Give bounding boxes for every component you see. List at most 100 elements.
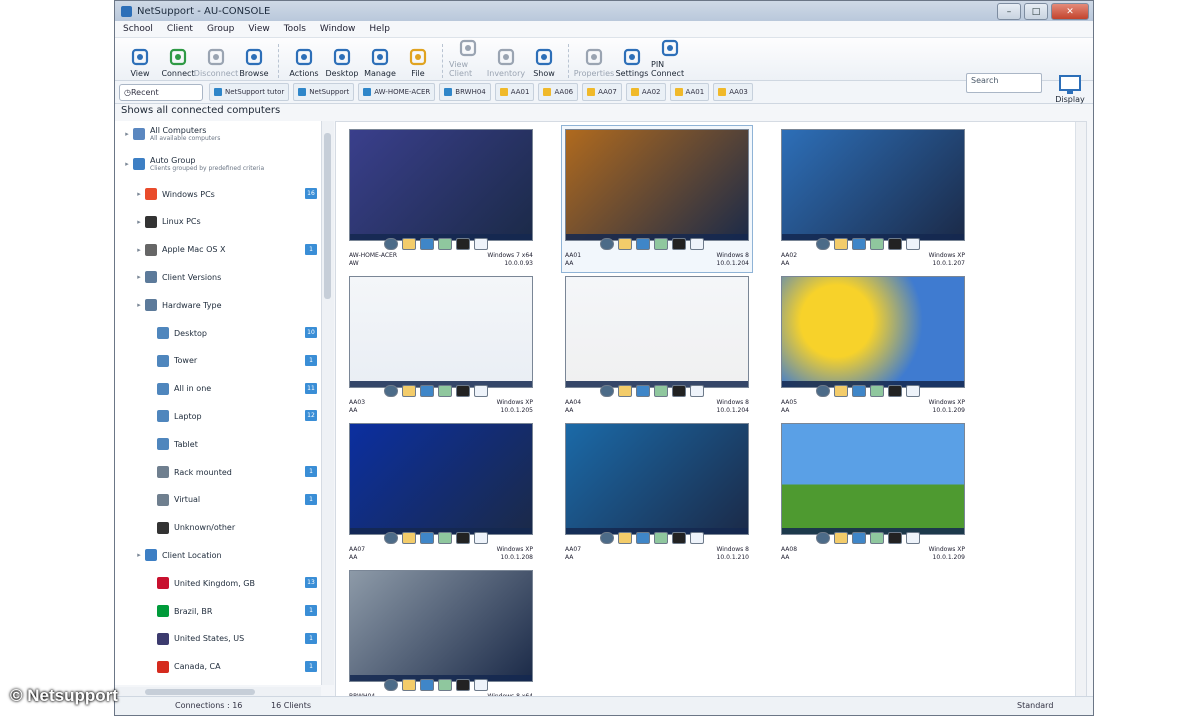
tree-item-linux-pcs[interactable]: ▸ Linux PCs: [135, 213, 201, 231]
screen-icon[interactable]: [456, 238, 470, 250]
view-icon[interactable]: [384, 532, 398, 544]
chat-icon[interactable]: [402, 679, 416, 691]
tree-item-canada-ca[interactable]: Canada, CA: [147, 658, 221, 676]
screen-icon[interactable]: [888, 238, 902, 250]
screen-icon[interactable]: [456, 385, 470, 397]
tree-item-united-kingdom-gb[interactable]: United Kingdom, GB: [147, 574, 255, 592]
toolbar-file-button[interactable]: File: [399, 47, 437, 78]
client-screen[interactable]: [565, 276, 749, 388]
tree-item-desktop[interactable]: Desktop: [147, 324, 207, 342]
toolbar-settings-button[interactable]: Settings: [613, 47, 651, 78]
tree-item-apple-mac-os-x[interactable]: ▸ Apple Mac OS X: [135, 241, 225, 259]
screen-icon[interactable]: [672, 238, 686, 250]
tree-item-tablet[interactable]: Tablet: [147, 435, 198, 453]
expand-arrow-icon[interactable]: ▸: [123, 160, 131, 168]
chat-icon[interactable]: [402, 385, 416, 397]
tree-item-tower[interactable]: Tower: [147, 352, 197, 370]
client-screen[interactable]: [565, 129, 749, 241]
client-thumbnail[interactable]: AW-HOME-ACER Windows 7 x64 AW 10.0.0.93: [346, 126, 536, 272]
expand-arrow-icon[interactable]: ▸: [135, 246, 143, 254]
tab-client-0[interactable]: NetSupport tutor: [209, 83, 290, 101]
expand-arrow-icon[interactable]: ▸: [123, 130, 131, 138]
screen-icon[interactable]: [456, 532, 470, 544]
toolbar-desktop-button[interactable]: Desktop: [323, 47, 361, 78]
sidebar-scrollbar[interactable]: [321, 121, 334, 685]
message-icon[interactable]: [690, 385, 704, 397]
browse-icon[interactable]: [852, 385, 866, 397]
view-icon[interactable]: [816, 532, 830, 544]
minimize-button[interactable]: –: [997, 3, 1021, 20]
menu-item-help[interactable]: Help: [369, 24, 390, 34]
tab-client-4[interactable]: AA01: [494, 83, 535, 101]
expand-arrow-icon[interactable]: ▸: [135, 273, 143, 281]
menu-item-view[interactable]: View: [248, 24, 269, 34]
client-screen[interactable]: [565, 423, 749, 535]
tab-client-8[interactable]: AA01: [669, 83, 710, 101]
file-transfer-icon[interactable]: [438, 679, 452, 691]
browse-icon[interactable]: [636, 385, 650, 397]
client-thumbnail[interactable]: AA07 Windows XP AA 10.0.1.208: [346, 420, 536, 566]
menu-item-client[interactable]: Client: [167, 24, 193, 34]
file-transfer-icon[interactable]: [870, 385, 884, 397]
client-screen[interactable]: [349, 276, 533, 388]
toolbar-view-button[interactable]: View: [121, 47, 159, 78]
view-icon[interactable]: [600, 238, 614, 250]
client-screen[interactable]: [349, 570, 533, 682]
browse-icon[interactable]: [852, 238, 866, 250]
tree-item-united-states-us[interactable]: United States, US: [147, 630, 244, 648]
tree-item-virtual[interactable]: Virtual: [147, 491, 200, 509]
view-icon[interactable]: [384, 385, 398, 397]
view-icon[interactable]: [816, 385, 830, 397]
client-screen[interactable]: [781, 276, 965, 388]
tree-item-all-in-one[interactable]: All in one: [147, 380, 211, 398]
client-screen[interactable]: [349, 129, 533, 241]
toolbar-manage-button[interactable]: Manage: [361, 47, 399, 78]
tree-item-unknown-other[interactable]: Unknown/other: [147, 519, 235, 537]
menu-item-group[interactable]: Group: [207, 24, 234, 34]
screen-icon[interactable]: [672, 385, 686, 397]
client-screen[interactable]: [781, 423, 965, 535]
message-icon[interactable]: [906, 385, 920, 397]
tab-recent[interactable]: ◷ Recent: [119, 83, 203, 101]
browse-icon[interactable]: [420, 238, 434, 250]
client-thumbnail[interactable]: AA03 Windows XP AA 10.0.1.205: [346, 273, 536, 419]
message-icon[interactable]: [474, 532, 488, 544]
expand-arrow-icon[interactable]: ▸: [135, 190, 143, 198]
message-icon[interactable]: [474, 679, 488, 691]
client-thumbnail[interactable]: AA08 Windows XP AA 10.0.1.209: [778, 420, 968, 566]
toolbar-connect-button[interactable]: Connect: [159, 47, 197, 78]
view-icon[interactable]: [816, 238, 830, 250]
client-thumbnail[interactable]: BRWH04Windows 8 x64: [346, 567, 536, 713]
menu-item-tools[interactable]: Tools: [284, 24, 306, 34]
client-screen[interactable]: [349, 423, 533, 535]
file-transfer-icon[interactable]: [654, 385, 668, 397]
tree-item-rack-mounted[interactable]: Rack mounted: [147, 463, 232, 481]
tree-item-client-versions[interactable]: ▸ Client Versions: [135, 268, 221, 286]
tree-item-windows-pcs[interactable]: ▸ Windows PCs: [135, 185, 215, 203]
screen-icon[interactable]: [888, 532, 902, 544]
browse-icon[interactable]: [420, 679, 434, 691]
chat-icon[interactable]: [834, 238, 848, 250]
tab-client-3[interactable]: BRWH04: [439, 83, 491, 101]
client-thumbnail[interactable]: AA05 Windows XP AA 10.0.1.209: [778, 273, 968, 419]
sidebar-scroll-thumb[interactable]: [324, 133, 331, 299]
toolbar-show-button[interactable]: Show: [525, 47, 563, 78]
browse-icon[interactable]: [852, 532, 866, 544]
file-transfer-icon[interactable]: [438, 385, 452, 397]
message-icon[interactable]: [690, 238, 704, 250]
tree-item-client-location[interactable]: ▸ Client Location: [135, 546, 222, 564]
tree-item-auto-group[interactable]: ▸ Auto Group Clients grouped by predefined…: [123, 155, 264, 173]
tree-item-laptop[interactable]: Laptop: [147, 407, 202, 425]
tab-client-7[interactable]: AA02: [625, 83, 666, 101]
file-transfer-icon[interactable]: [438, 238, 452, 250]
tab-client-2[interactable]: AW-HOME-ACER: [358, 83, 436, 101]
browse-icon[interactable]: [420, 385, 434, 397]
chat-icon[interactable]: [834, 532, 848, 544]
client-screen[interactable]: [781, 129, 965, 241]
tab-client-1[interactable]: NetSupport: [293, 83, 355, 101]
expand-arrow-icon[interactable]: ▸: [135, 218, 143, 226]
view-icon[interactable]: [600, 385, 614, 397]
message-icon[interactable]: [906, 238, 920, 250]
toolbar-pin-connect-button[interactable]: PIN Connect: [651, 38, 689, 78]
client-thumbnail[interactable]: AA07 Windows 8 AA 10.0.1.210: [562, 420, 752, 566]
